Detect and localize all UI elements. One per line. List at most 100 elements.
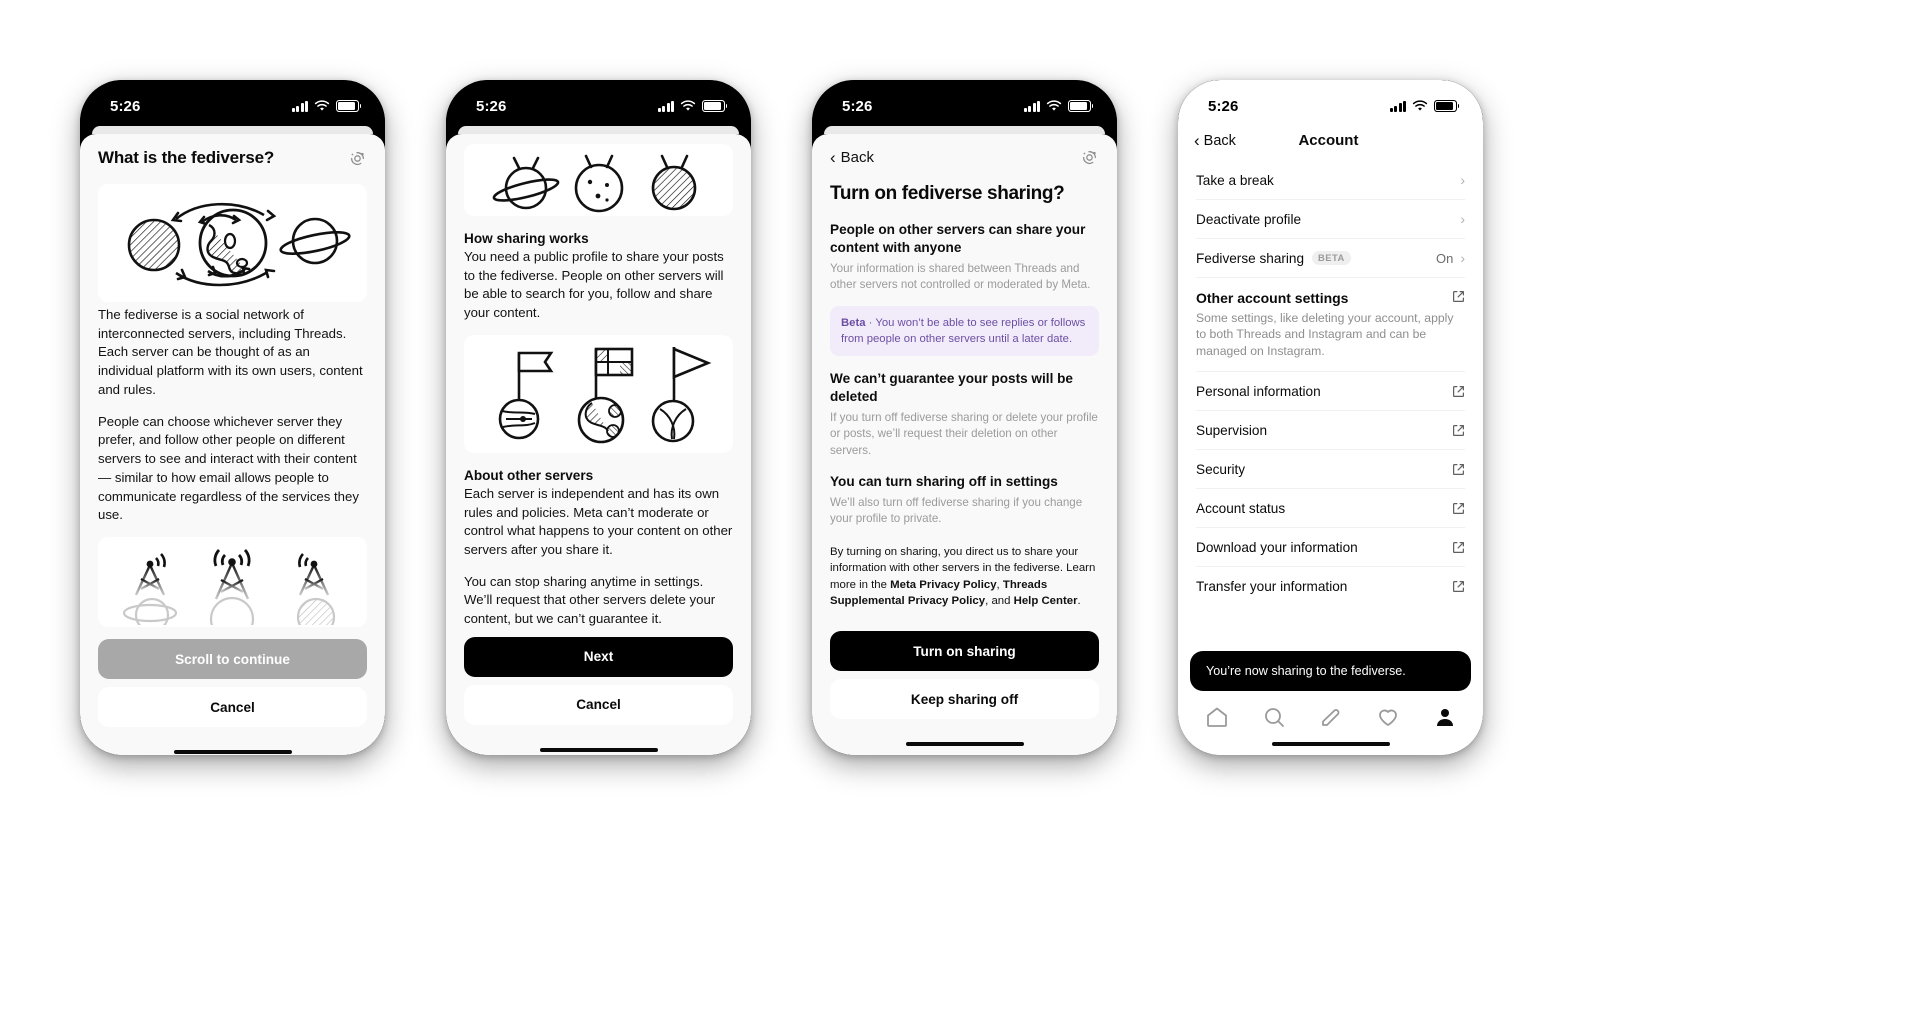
home-indicator-area [446, 738, 751, 755]
status-time: 5:26 [110, 97, 141, 115]
item-heading-1: People on other servers can share your c… [830, 222, 1086, 255]
chevron-right-icon: › [1460, 172, 1465, 188]
other-account-settings-section[interactable]: Other account settings Some settings, li… [1196, 278, 1465, 373]
status-time: 5:26 [842, 97, 873, 115]
row-accessory: On › [1436, 251, 1465, 266]
battery-icon [1434, 100, 1460, 112]
phone-3: 5:26 ‹ Back Turn on fediverse sharing? P… [812, 80, 1117, 755]
row-label: Account status [1196, 500, 1286, 516]
home-indicator-area [812, 733, 1117, 755]
sheet-header: ‹ Back [812, 134, 1117, 173]
item-body-1: Your information is shared between Threa… [830, 261, 1091, 292]
external-link-icon [1453, 541, 1464, 553]
cancel-button[interactable]: Cancel [464, 684, 733, 725]
keep-sharing-off-button[interactable]: Keep sharing off [830, 679, 1099, 719]
cellular-signal-icon [1389, 100, 1406, 112]
row-label: Transfer your information [1196, 579, 1348, 595]
home-indicator[interactable] [1271, 741, 1390, 747]
illustration-antennas [98, 537, 367, 628]
back-label: Back [1203, 132, 1236, 149]
heart-icon[interactable] [1376, 705, 1400, 729]
fediverse-icon[interactable] [1080, 148, 1099, 167]
item-heading-2: We can’t guarantee your posts will be de… [830, 370, 1073, 404]
section-body-about-other-servers: Each server is independent and has its o… [464, 485, 733, 558]
scroll-to-continue-button[interactable]: Scroll to continue [98, 639, 367, 680]
settings-row-security[interactable]: Security [1196, 450, 1465, 490]
battery-icon [1068, 100, 1094, 112]
row-label: Take a break [1196, 172, 1274, 188]
sheet-card: What is the fediverse? The fediverse is … [80, 134, 385, 755]
section-header-row: Other account settings [1196, 290, 1465, 306]
phone-4-screen: 5:26 ‹ Back Account Take a break › Deact… [1178, 80, 1483, 755]
home-icon[interactable] [1205, 705, 1229, 729]
row-value: On [1435, 250, 1454, 266]
beta-badge: BETA [1312, 250, 1351, 266]
chevron-left-icon: ‹ [1194, 131, 1200, 150]
phone-1: 5:26 What is the fediverse? The fedivers… [80, 80, 385, 755]
item-body-2: If you turn off fediverse sharing or del… [830, 410, 1098, 457]
sheet-peek [458, 126, 739, 134]
row-label: Supervision [1196, 422, 1268, 438]
phone-2-actions: Next Cancel [446, 628, 751, 739]
status-icons [657, 100, 728, 112]
wifi-icon [1412, 100, 1428, 111]
turn-on-sharing-button[interactable]: Turn on sharing [830, 631, 1099, 671]
section-heading-about-other-servers: About other servers [464, 467, 594, 483]
settings-row-account-status[interactable]: Account status [1196, 489, 1465, 529]
phone-2-screen: 5:26 How sharing works You need a public… [446, 80, 751, 755]
page-title: Turn on fediverse sharing? [830, 183, 1065, 204]
settings-row-transfer-your-information[interactable]: Transfer your information [1196, 567, 1465, 606]
tab-bar [1178, 695, 1483, 733]
sheet-card: ‹ Back Turn on fediverse sharing? People… [812, 134, 1117, 755]
next-button[interactable]: Next [464, 636, 733, 677]
back-button[interactable]: ‹ Back [830, 149, 874, 166]
link-meta-privacy-policy[interactable]: Meta Privacy Policy [890, 579, 996, 591]
link-help-center[interactable]: Help Center [1014, 595, 1078, 607]
back-button[interactable]: ‹ Back [1194, 132, 1236, 149]
settings-row-deactivate-profile[interactable]: Deactivate profile › [1196, 200, 1465, 239]
status-icons [291, 100, 362, 112]
home-indicator[interactable] [173, 749, 292, 755]
external-link-icon [1453, 385, 1464, 397]
sheet-body: Turn on fediverse sharing? People on oth… [812, 173, 1117, 623]
section-heading: Other account settings [1196, 290, 1349, 306]
fediverse-icon[interactable] [348, 149, 367, 168]
screenshot-canvas: 5:26 What is the fediverse? The fedivers… [0, 0, 1920, 1024]
cellular-signal-icon [657, 100, 674, 112]
section-description: Some settings, like deleting your accoun… [1196, 311, 1454, 358]
wifi-icon [680, 100, 696, 111]
home-indicator-area [80, 741, 385, 755]
settings-row-personal-information[interactable]: Personal information [1196, 372, 1465, 412]
wifi-icon [1046, 100, 1062, 111]
illustration-fediverse-orbit [98, 184, 367, 302]
settings-row-download-your-information[interactable]: Download your information [1196, 528, 1465, 568]
cancel-button[interactable]: Cancel [98, 687, 367, 728]
toast-notification: You’re now sharing to the fediverse. [1190, 651, 1471, 691]
compose-icon[interactable] [1319, 705, 1343, 729]
trailing-paragraph: You can stop sharing anytime in settings… [464, 573, 716, 627]
profile-icon[interactable] [1433, 705, 1457, 729]
external-link-icon [1453, 291, 1464, 302]
status-icons [1023, 100, 1094, 112]
sheet-header: What is the fediverse? [80, 134, 385, 174]
chevron-left-icon: ‹ [830, 148, 836, 167]
settings-row-supervision[interactable]: Supervision [1196, 411, 1465, 451]
phone-3-actions: Turn on sharing Keep sharing off [812, 623, 1117, 733]
external-link-icon [1453, 463, 1464, 475]
cellular-signal-icon [1023, 100, 1040, 112]
search-icon[interactable] [1262, 705, 1286, 729]
home-indicator[interactable] [905, 741, 1024, 747]
phone-2: 5:26 How sharing works You need a public… [446, 80, 751, 755]
battery-icon [336, 100, 362, 112]
battery-icon [702, 100, 728, 112]
phone-4: 5:26 ‹ Back Account Take a break › Deact… [1178, 80, 1483, 755]
illustration-planets-row [464, 144, 733, 216]
sheet-card: How sharing works You need a public prof… [446, 134, 751, 755]
status-bar: 5:26 [446, 80, 751, 126]
row-label: Download your information [1196, 539, 1358, 555]
home-indicator[interactable] [539, 747, 658, 753]
settings-row-take-a-break[interactable]: Take a break › [1196, 161, 1465, 200]
phone-1-actions: Scroll to continue Cancel [80, 631, 385, 742]
settings-row-fediverse-sharing[interactable]: Fediverse sharing BETA On › [1196, 239, 1465, 278]
status-time: 5:26 [476, 97, 507, 115]
